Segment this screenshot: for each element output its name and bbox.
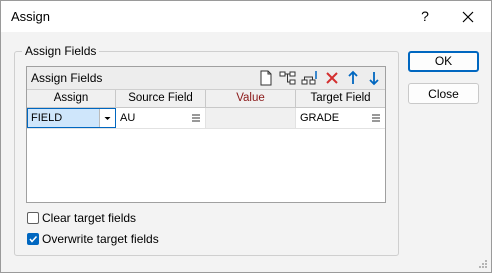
insert-row-icon[interactable] [279, 69, 297, 87]
close-window-button[interactable] [453, 1, 483, 32]
help-button[interactable]: ? [410, 1, 440, 32]
window-title: Assign [11, 9, 51, 24]
target-field-cell[interactable]: GRADE [296, 108, 385, 128]
column-header-source-field[interactable]: Source Field [116, 90, 206, 107]
assign-dialog: Assign ? Assign Fields Assign Fields Ass… [0, 0, 492, 273]
clear-target-fields-label[interactable]: Clear target fields [42, 211, 136, 225]
value-cell[interactable] [206, 108, 296, 128]
grid-toolbar: Assign Fields [27, 67, 385, 90]
insert-field-icon[interactable] [301, 69, 319, 87]
close-button[interactable]: Close [408, 83, 479, 104]
overwrite-target-fields-checkbox[interactable] [27, 233, 39, 245]
field-list-icon[interactable] [192, 114, 200, 122]
dropdown-button[interactable] [99, 109, 115, 127]
checkmark-icon [29, 235, 38, 243]
grid-title: Assign Fields [31, 71, 103, 85]
field-list-icon[interactable] [372, 114, 380, 122]
resize-grip-icon[interactable] [478, 259, 488, 269]
source-field-cell[interactable]: AU [116, 108, 206, 128]
column-header-assign[interactable]: Assign [27, 90, 116, 107]
assign-select-value: FIELD [31, 112, 63, 124]
new-document-icon[interactable] [257, 69, 275, 87]
column-header-target-field[interactable]: Target Field [296, 90, 385, 107]
title-bar[interactable]: Assign ? [1, 1, 491, 32]
assign-select[interactable]: FIELD [27, 108, 116, 128]
close-icon [462, 11, 474, 23]
ok-button[interactable]: OK [408, 51, 479, 72]
group-label: Assign Fields [22, 44, 100, 58]
move-down-icon[interactable] [365, 69, 383, 87]
chevron-down-icon [104, 117, 111, 120]
delete-icon[interactable] [323, 69, 341, 87]
column-header-value[interactable]: Value [206, 90, 296, 107]
grid-column-headers: Assign Source Field Value Target Field [27, 90, 385, 108]
source-field-value: AU [120, 112, 136, 124]
overwrite-target-fields-label[interactable]: Overwrite target fields [42, 232, 159, 246]
target-field-value: GRADE [300, 112, 340, 124]
move-up-icon[interactable] [344, 69, 362, 87]
table-row[interactable]: FIELD AU GRADE [27, 108, 385, 129]
clear-target-fields-checkbox[interactable] [27, 212, 39, 224]
assign-fields-grid: Assign Fields Assign Source Field Value … [26, 66, 386, 203]
